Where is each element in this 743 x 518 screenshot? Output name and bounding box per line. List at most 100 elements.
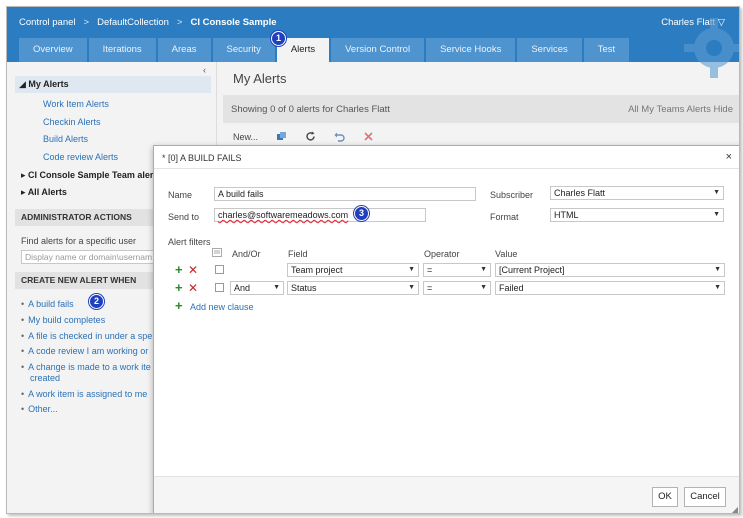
field-value: Status bbox=[291, 283, 317, 293]
select-all-icon[interactable] bbox=[212, 248, 222, 257]
breadcrumb-separator: > bbox=[176, 17, 183, 28]
tree-item-my-alerts[interactable]: ◢ My Alerts bbox=[15, 76, 211, 93]
tree-item-team-alerts[interactable]: ▸ CI Console Sample Team aler bbox=[21, 170, 153, 181]
tree-item-code-review-alerts[interactable]: Code review Alerts bbox=[43, 152, 118, 162]
tree-item-label: CI Console Sample Team aler bbox=[28, 170, 154, 180]
send-to-input[interactable]: charles@softwaremeadows.com bbox=[214, 208, 426, 222]
create-alert-build-completes[interactable]: • My build completes bbox=[21, 315, 105, 325]
create-alert-other[interactable]: • Other... bbox=[21, 404, 58, 414]
tree-item-all-alerts[interactable]: ▸ All Alerts bbox=[21, 187, 67, 198]
refresh-icon[interactable] bbox=[305, 131, 316, 142]
resize-grip-icon[interactable]: ◢ bbox=[732, 505, 738, 513]
add-clause-icon[interactable]: + bbox=[175, 281, 183, 294]
copy-icon[interactable] bbox=[276, 131, 287, 142]
undo-icon[interactable] bbox=[334, 131, 345, 142]
subscriber-label: Subscriber bbox=[490, 190, 534, 200]
alert-filters-label: Alert filters bbox=[168, 237, 211, 247]
clause-checkbox[interactable] bbox=[215, 283, 224, 292]
close-icon[interactable]: × bbox=[726, 151, 732, 163]
gear-icon bbox=[684, 18, 739, 78]
field-select-row1[interactable]: Team project ▼ bbox=[287, 263, 419, 277]
dialog-footer: OK Cancel ◢ bbox=[154, 476, 739, 513]
operator-value: = bbox=[427, 283, 433, 293]
bullet-icon: • bbox=[21, 389, 25, 399]
team-alerts-links[interactable]: All My Teams Alerts Hide bbox=[628, 104, 733, 115]
tree-item-checkin-alerts[interactable]: Checkin Alerts bbox=[43, 117, 101, 127]
callout-badge-3: 3 bbox=[354, 206, 369, 221]
tab-security[interactable]: Security bbox=[212, 38, 275, 62]
tab-version-control[interactable]: Version Control bbox=[331, 38, 425, 62]
chevron-down-icon: ▼ bbox=[273, 284, 280, 291]
create-alert-work-item-change-cont[interactable]: created bbox=[30, 373, 60, 383]
chevron-down-icon: ▼ bbox=[480, 284, 487, 291]
format-value: HTML bbox=[554, 210, 579, 220]
alerts-summary-bar: Showing 0 of 0 alerts for Charles Flatt … bbox=[223, 95, 739, 123]
ok-button[interactable]: OK bbox=[652, 487, 678, 507]
field-select-row2[interactable]: Status ▼ bbox=[287, 281, 419, 295]
breadcrumb-separator: > bbox=[83, 17, 90, 28]
and-or-select-row2[interactable]: And ▼ bbox=[230, 281, 284, 295]
clause-checkbox[interactable] bbox=[215, 265, 224, 274]
operator-select-row1[interactable]: = ▼ bbox=[423, 263, 491, 277]
add-clause-icon[interactable]: + bbox=[175, 299, 183, 312]
expand-right-icon: ▸ bbox=[21, 187, 28, 197]
chevron-down-icon: ▼ bbox=[408, 284, 415, 291]
add-clause-icon[interactable]: + bbox=[175, 263, 183, 276]
tree-item-build-alerts[interactable]: Build Alerts bbox=[43, 134, 88, 144]
column-operator: Operator bbox=[424, 249, 460, 259]
tree-item-label: All Alerts bbox=[27, 187, 67, 197]
name-input[interactable]: A build fails bbox=[214, 187, 476, 201]
create-alert-work-item-assigned[interactable]: • A work item is assigned to me bbox=[21, 389, 147, 399]
create-alert-file-checked-in[interactable]: • A file is checked in under a spe bbox=[21, 331, 152, 341]
create-alert-work-item-change[interactable]: • A change is made to a work ite bbox=[21, 362, 151, 372]
expand-down-icon: ◢ bbox=[19, 79, 29, 89]
tab-areas[interactable]: Areas bbox=[157, 38, 211, 62]
tab-test[interactable]: Test bbox=[583, 38, 630, 62]
alerts-toolbar: New... bbox=[233, 131, 374, 142]
value-select-row1[interactable]: [Current Project] ▼ bbox=[495, 263, 725, 277]
callout-badge-1: 1 bbox=[271, 31, 286, 46]
alerts-count-text: Showing 0 of 0 alerts for Charles Flatt bbox=[231, 104, 390, 115]
create-alert-build-fails[interactable]: • A build fails bbox=[21, 299, 74, 309]
tab-iterations[interactable]: Iterations bbox=[88, 38, 156, 62]
tab-service-hooks[interactable]: Service Hooks bbox=[426, 38, 516, 62]
chevron-down-icon: ▼ bbox=[408, 266, 415, 273]
alert-editor-dialog: * [0] A BUILD FAILS × Name A build fails… bbox=[153, 145, 739, 513]
subscriber-value: Charles Flatt bbox=[554, 188, 606, 198]
remove-clause-icon[interactable]: ✕ bbox=[188, 264, 198, 276]
operator-select-row2[interactable]: = ▼ bbox=[423, 281, 491, 295]
chevron-down-icon: ▼ bbox=[714, 266, 721, 273]
bullet-icon: • bbox=[21, 315, 25, 325]
collapse-pane-button[interactable]: ‹ bbox=[203, 65, 206, 75]
chevron-down-icon: ▼ bbox=[714, 284, 721, 291]
breadcrumb-project[interactable]: CI Console Sample bbox=[190, 17, 276, 28]
breadcrumb-control-panel[interactable]: Control panel bbox=[19, 17, 76, 28]
value-select-row2[interactable]: Failed ▼ bbox=[495, 281, 725, 295]
create-alert-code-review[interactable]: • A code review I am working or bbox=[21, 346, 148, 356]
send-to-label: Send to bbox=[168, 212, 200, 222]
callout-badge-2: 2 bbox=[89, 294, 104, 309]
divider bbox=[154, 168, 739, 169]
tab-overview[interactable]: Overview bbox=[19, 38, 87, 62]
cancel-button[interactable]: Cancel bbox=[684, 487, 726, 507]
format-label: Format bbox=[490, 212, 519, 222]
chevron-down-icon: ▼ bbox=[480, 266, 487, 273]
breadcrumb-collection[interactable]: DefaultCollection bbox=[97, 17, 169, 28]
admin-tabs: Overview Iterations Areas Security Alert… bbox=[19, 38, 630, 62]
field-value: Team project bbox=[291, 265, 343, 275]
chevron-down-icon: ▼ bbox=[713, 189, 720, 196]
bullet-icon: • bbox=[21, 331, 25, 341]
format-select[interactable]: HTML ▼ bbox=[550, 208, 724, 222]
new-alert-button[interactable]: New... bbox=[233, 132, 258, 142]
find-alerts-label: Find alerts for a specific user bbox=[21, 236, 137, 246]
and-or-value: And bbox=[234, 283, 251, 293]
add-new-clause-link[interactable]: Add new clause bbox=[190, 302, 254, 312]
column-field: Field bbox=[288, 249, 308, 259]
delete-icon[interactable] bbox=[363, 131, 374, 142]
remove-clause-icon[interactable]: ✕ bbox=[188, 282, 198, 294]
expand-right-icon: ▸ bbox=[21, 170, 29, 180]
subscriber-select[interactable]: Charles Flatt ▼ bbox=[550, 186, 724, 200]
tree-item-work-item-alerts[interactable]: Work Item Alerts bbox=[43, 99, 109, 109]
tab-services[interactable]: Services bbox=[517, 38, 582, 62]
breadcrumb: Control panel > DefaultCollection > CI C… bbox=[19, 17, 277, 28]
